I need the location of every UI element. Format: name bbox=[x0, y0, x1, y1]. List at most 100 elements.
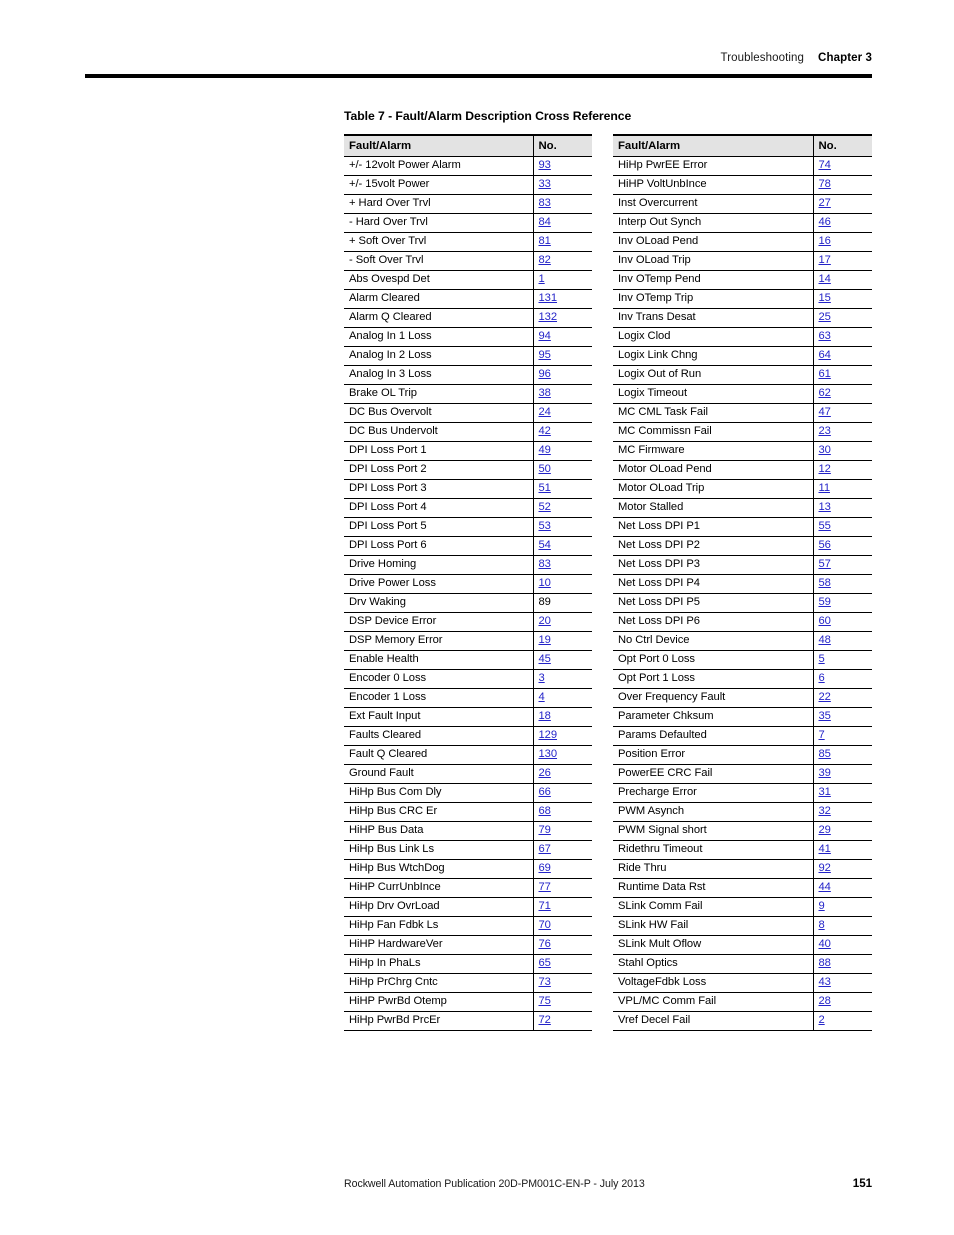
fault-number-link[interactable]: 131 bbox=[539, 292, 558, 304]
fault-alarm-name: Logix Clod bbox=[613, 327, 814, 347]
fault-number-link[interactable]: 55 bbox=[819, 520, 831, 532]
fault-alarm-number-cell: 24 bbox=[533, 403, 592, 423]
fault-number-link[interactable]: 6 bbox=[819, 672, 825, 684]
fault-number-link[interactable]: 62 bbox=[819, 387, 831, 399]
fault-alarm-number-cell: 71 bbox=[533, 897, 592, 917]
fault-number-link[interactable]: 39 bbox=[819, 767, 831, 779]
fault-number-link[interactable]: 10 bbox=[539, 577, 551, 589]
fault-number-link[interactable]: 83 bbox=[539, 197, 551, 209]
fault-number-link[interactable]: 63 bbox=[819, 330, 831, 342]
fault-number-link[interactable]: 75 bbox=[539, 995, 551, 1007]
fault-number-link[interactable]: 93 bbox=[539, 159, 551, 171]
fault-number-link[interactable]: 19 bbox=[539, 634, 551, 646]
fault-number-link[interactable]: 29 bbox=[819, 824, 831, 836]
fault-number-link[interactable]: 52 bbox=[539, 501, 551, 513]
fault-number-link[interactable]: 48 bbox=[819, 634, 831, 646]
fault-number-link[interactable]: 60 bbox=[819, 615, 831, 627]
fault-number-link[interactable]: 78 bbox=[819, 178, 831, 190]
fault-number-link[interactable]: 92 bbox=[819, 862, 831, 874]
fault-number-link[interactable]: 66 bbox=[539, 786, 551, 798]
fault-number-link[interactable]: 26 bbox=[539, 767, 551, 779]
fault-number-link[interactable]: 13 bbox=[819, 501, 831, 513]
fault-number-link[interactable]: 51 bbox=[539, 482, 551, 494]
fault-number-link[interactable]: 3 bbox=[539, 672, 545, 684]
fault-number-link[interactable]: 35 bbox=[819, 710, 831, 722]
fault-number-link[interactable]: 43 bbox=[819, 976, 831, 988]
fault-number-link[interactable]: 31 bbox=[819, 786, 831, 798]
fault-number-link[interactable]: 82 bbox=[539, 254, 551, 266]
fault-number-link[interactable]: 64 bbox=[819, 349, 831, 361]
fault-number-link[interactable]: 28 bbox=[819, 995, 831, 1007]
fault-number-link[interactable]: 38 bbox=[539, 387, 551, 399]
fault-number-link[interactable]: 22 bbox=[819, 691, 831, 703]
fault-number-link[interactable]: 59 bbox=[819, 596, 831, 608]
fault-number-link[interactable]: 41 bbox=[819, 843, 831, 855]
fault-number-link[interactable]: 44 bbox=[819, 881, 831, 893]
fault-alarm-name: Net Loss DPI P6 bbox=[613, 612, 814, 632]
fault-number-link[interactable]: 15 bbox=[819, 292, 831, 304]
fault-number-link[interactable]: 20 bbox=[539, 615, 551, 627]
fault-number-link[interactable]: 56 bbox=[819, 539, 831, 551]
fault-number-link[interactable]: 67 bbox=[539, 843, 551, 855]
fault-number-link[interactable]: 27 bbox=[819, 197, 831, 209]
fault-number-link[interactable]: 2 bbox=[819, 1014, 825, 1026]
fault-number-link[interactable]: 70 bbox=[539, 919, 551, 931]
fault-number-link[interactable]: 45 bbox=[539, 653, 551, 665]
fault-number-link[interactable]: 77 bbox=[539, 881, 551, 893]
fault-number-link[interactable]: 40 bbox=[819, 938, 831, 950]
fault-number-link[interactable]: 11 bbox=[819, 482, 831, 494]
fault-number-link[interactable]: 47 bbox=[819, 406, 831, 418]
fault-number-link[interactable]: 4 bbox=[539, 691, 545, 703]
fault-number-link[interactable]: 72 bbox=[539, 1014, 551, 1026]
fault-number-link[interactable]: 129 bbox=[539, 729, 558, 741]
fault-number-link[interactable]: 30 bbox=[819, 444, 831, 456]
fault-number-link[interactable]: 76 bbox=[539, 938, 551, 950]
fault-number-link[interactable]: 54 bbox=[539, 539, 551, 551]
fault-number-link[interactable]: 16 bbox=[819, 235, 831, 247]
fault-number-link[interactable]: 57 bbox=[819, 558, 831, 570]
fault-number-link[interactable]: 33 bbox=[539, 178, 551, 190]
fault-number-link[interactable]: 25 bbox=[819, 311, 831, 323]
table-row: Inv OLoad Pend 16 bbox=[613, 232, 872, 252]
fault-number-link[interactable]: 69 bbox=[539, 862, 551, 874]
fault-number-link[interactable]: 61 bbox=[819, 368, 831, 380]
fault-number-link[interactable]: 81 bbox=[539, 235, 551, 247]
fault-number-link[interactable]: 32 bbox=[819, 805, 831, 817]
fault-number-link[interactable]: 96 bbox=[539, 368, 551, 380]
fault-number-link[interactable]: 7 bbox=[819, 729, 825, 741]
fault-number-link[interactable]: 79 bbox=[539, 824, 551, 836]
fault-number-link[interactable]: 68 bbox=[539, 805, 551, 817]
fault-number-link[interactable]: 8 bbox=[819, 919, 825, 931]
fault-number-link[interactable]: 23 bbox=[819, 425, 831, 437]
fault-number-link[interactable]: 9 bbox=[819, 900, 825, 912]
fault-number-link[interactable]: 95 bbox=[539, 349, 551, 361]
fault-number-link[interactable]: 5 bbox=[819, 653, 825, 665]
fault-number-link[interactable]: 58 bbox=[819, 577, 831, 589]
fault-number-link[interactable]: 46 bbox=[819, 216, 831, 228]
fault-number-link[interactable]: 18 bbox=[539, 710, 551, 722]
fault-number-link[interactable]: 84 bbox=[539, 216, 551, 228]
fault-number-link[interactable]: 83 bbox=[539, 558, 551, 570]
table-row: HiHp PwrEE Error 74 bbox=[613, 156, 872, 176]
fault-number-link[interactable]: 88 bbox=[819, 957, 831, 969]
fault-number-link[interactable]: 50 bbox=[539, 463, 551, 475]
fault-alarm-name: HiHp Fan Fdbk Ls bbox=[344, 916, 534, 936]
fault-number-link[interactable]: 130 bbox=[539, 748, 558, 760]
table-row: HiHp Bus Com Dly 66 bbox=[344, 783, 592, 803]
fault-number-link[interactable]: 42 bbox=[539, 425, 551, 437]
fault-number-link[interactable]: 1 bbox=[539, 273, 545, 285]
fault-number-link[interactable]: 24 bbox=[539, 406, 551, 418]
fault-number-link[interactable]: 17 bbox=[819, 254, 831, 266]
fault-number-link[interactable]: 12 bbox=[819, 463, 831, 475]
fault-alarm-name: Opt Port 1 Loss bbox=[613, 669, 814, 689]
fault-number-link[interactable]: 49 bbox=[539, 444, 551, 456]
fault-number-link[interactable]: 74 bbox=[819, 159, 831, 171]
fault-number-link[interactable]: 73 bbox=[539, 976, 551, 988]
fault-number-link[interactable]: 71 bbox=[539, 900, 551, 912]
fault-number-link[interactable]: 14 bbox=[819, 273, 831, 285]
fault-number-link[interactable]: 94 bbox=[539, 330, 551, 342]
fault-number-link[interactable]: 65 bbox=[539, 957, 551, 969]
fault-number-link[interactable]: 132 bbox=[539, 311, 558, 323]
fault-number-link[interactable]: 53 bbox=[539, 520, 551, 532]
fault-number-link[interactable]: 85 bbox=[819, 748, 831, 760]
